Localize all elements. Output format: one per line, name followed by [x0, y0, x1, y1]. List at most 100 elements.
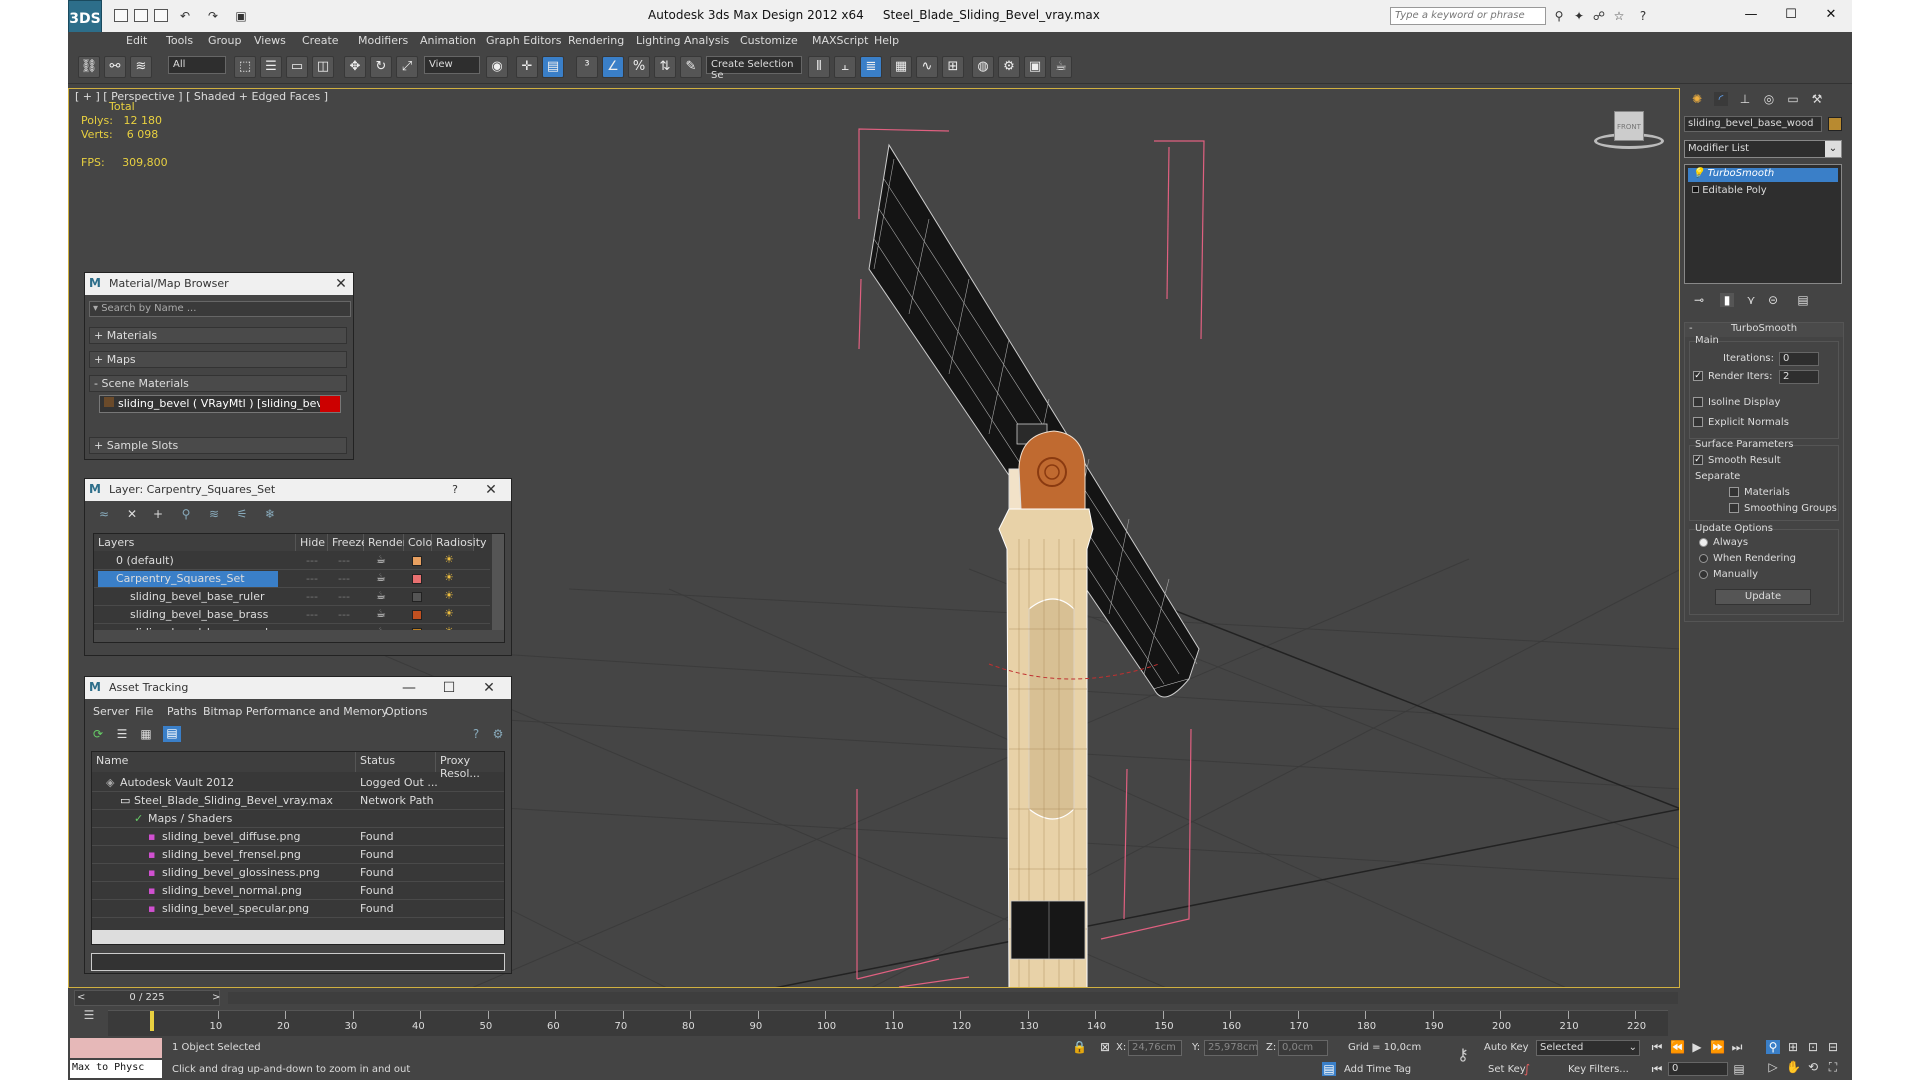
menu-tools[interactable]: Tools	[166, 34, 193, 47]
scene-material-item[interactable]: sliding_bevel ( VRayMtl ) [sliding_bevel…	[99, 395, 341, 413]
maxscript-listener[interactable]	[70, 1038, 162, 1058]
hide-toggle[interactable]: ---	[306, 572, 318, 585]
schematic-view-icon[interactable]: ⊞	[942, 56, 964, 78]
freeze-toggle[interactable]: ---	[338, 608, 350, 621]
stack-item-turbosmooth[interactable]: 💡 TurboSmooth	[1688, 168, 1838, 182]
zoom-extents-all-icon[interactable]: ⊟	[1826, 1040, 1840, 1054]
layer-row[interactable]: Carpentry_Squares_Set --- --- ☕ ☀	[94, 570, 490, 588]
asset-column-header[interactable]: Name	[92, 752, 356, 772]
window-crossing-icon[interactable]: ◫	[312, 56, 334, 78]
display-tab-icon[interactable]: ▭	[1786, 92, 1800, 106]
materials-rollout[interactable]: + Materials	[89, 327, 347, 344]
render-teapot-icon[interactable]: ☕	[376, 589, 386, 602]
manually-radio[interactable]: Manually	[1699, 569, 1758, 580]
motion-tab-icon[interactable]: ◎	[1762, 92, 1776, 106]
render-iters-spinner[interactable]: 2	[1779, 370, 1819, 384]
hide-toggle[interactable]: ---	[306, 608, 318, 621]
pan-view-icon[interactable]: ✋	[1786, 1060, 1801, 1074]
asset-menu-server[interactable]: Server	[93, 705, 129, 718]
track-bar[interactable]: 10 20 30 40 50 60 70 80 90 100 110 120 130 140 150 160 1…	[108, 1010, 1668, 1036]
current-frame-marker[interactable]	[150, 1011, 154, 1031]
explicit-normals-checkbox[interactable]: Explicit Normals	[1693, 417, 1789, 428]
minimize-button[interactable]: —	[401, 680, 417, 696]
asset-row[interactable]: ▪ sliding_bevel_normal.png Found	[92, 882, 504, 900]
asset-column-header[interactable]: Proxy Resol...	[436, 752, 504, 780]
save-file-icon[interactable]	[154, 9, 168, 22]
hide-all-icon[interactable]: ⚟	[235, 507, 249, 521]
maxscript-mini-listener[interactable]: Max to Physc	[70, 1060, 162, 1078]
highlight-layer-icon[interactable]: ≋	[207, 507, 221, 521]
layer-color-swatch[interactable]	[412, 610, 422, 620]
layer-row[interactable]: sliding_bevel_base_ruler --- --- ☕ ☀	[94, 588, 490, 606]
close-button[interactable]: ✕	[1814, 4, 1848, 26]
modifier-list-dropdown[interactable]: Modifier List ⌄	[1684, 140, 1842, 158]
asset-path-field[interactable]	[91, 953, 505, 971]
layer-column-header[interactable]: Radiosity	[432, 534, 487, 551]
layer-row[interactable]: sliding_bevel_base_brass --- --- ☕ ☀	[94, 606, 490, 624]
object-name-field[interactable]: sliding_bevel_base_wood	[1684, 116, 1822, 132]
menu-create[interactable]: Create	[302, 34, 339, 47]
orbit-icon[interactable]: ⟲	[1806, 1060, 1820, 1074]
snaps-toggle-icon[interactable]: ³	[576, 56, 598, 78]
percent-snap-icon[interactable]: %	[628, 56, 650, 78]
key-filters-button[interactable]: Key Filters...	[1568, 1064, 1629, 1075]
track-bar-toggle-icon[interactable]: ☰	[80, 1008, 98, 1026]
layer-color-swatch[interactable]	[412, 556, 422, 566]
play-icon[interactable]: ▶	[1690, 1040, 1704, 1054]
z-coord-field[interactable]: 0,0cm	[1278, 1040, 1328, 1056]
go-to-start-icon[interactable]: ⏮	[1650, 1040, 1664, 1054]
undo-icon[interactable]: ↶	[178, 9, 192, 23]
remove-modifier-icon[interactable]: ⊝	[1766, 293, 1780, 307]
select-object-icon[interactable]: ⬚	[234, 56, 256, 78]
layer-horizontal-scrollbar[interactable]	[94, 630, 504, 642]
asset-column-header[interactable]: Status	[356, 752, 436, 772]
render-production-icon[interactable]: ☕	[1050, 56, 1072, 78]
freeze-all-icon[interactable]: ❄	[263, 507, 277, 521]
y-coord-field[interactable]: 25,978cm	[1204, 1040, 1258, 1056]
field-of-view-icon[interactable]: ▷	[1766, 1060, 1780, 1074]
freeze-toggle[interactable]: ---	[338, 572, 350, 585]
lock-icon[interactable]: 🔒	[1072, 1040, 1087, 1054]
project-folder-icon[interactable]: ▣	[234, 9, 248, 23]
asset-menu-bitmap-performance-and-memory[interactable]: Bitmap Performance and Memory	[203, 705, 388, 718]
pin-stack-icon[interactable]: ⊸	[1692, 293, 1706, 307]
current-frame-field[interactable]: 0	[1668, 1062, 1728, 1076]
move-icon[interactable]: ✥	[344, 56, 366, 78]
menu-graph-editors[interactable]: Graph Editors	[486, 34, 562, 47]
open-file-icon[interactable]	[134, 9, 148, 22]
maximize-button[interactable]: ☐	[441, 680, 457, 696]
render-teapot-icon[interactable]: ☕	[376, 607, 386, 620]
render-iters-checkbox[interactable]: ✓ Render Iters:	[1693, 371, 1773, 382]
create-tab-icon[interactable]: ✺	[1690, 92, 1704, 106]
auto-key-button[interactable]: Auto Key	[1484, 1042, 1529, 1053]
edit-named-selection-icon[interactable]: ✎	[680, 56, 702, 78]
layer-column-header[interactable]: Render	[364, 534, 407, 551]
smooth-result-checkbox[interactable]: ✓ Smooth Result	[1693, 455, 1781, 466]
hide-toggle[interactable]: ---	[306, 590, 318, 603]
layer-column-header[interactable]: Freeze	[328, 534, 368, 551]
x-coord-field[interactable]: 24,76cm	[1128, 1040, 1182, 1056]
minimize-button[interactable]: —	[1734, 4, 1768, 26]
render-teapot-icon[interactable]: ☕	[376, 553, 386, 566]
menu-customize[interactable]: Customize	[740, 34, 798, 47]
redo-icon[interactable]: ↷	[206, 9, 220, 23]
select-in-layer-icon[interactable]: ⚲	[179, 507, 193, 521]
separate-materials-checkbox[interactable]: Materials	[1729, 487, 1790, 498]
menu-animation[interactable]: Animation	[420, 34, 476, 47]
rectangular-selection-icon[interactable]: ▭	[286, 56, 308, 78]
object-color-swatch[interactable]	[1828, 117, 1842, 131]
asset-row[interactable]: ▭ Steel_Blade_Sliding_Bevel_vray.max Netwo…	[92, 792, 504, 810]
menu-edit[interactable]: Edit	[126, 34, 147, 47]
stack-item-editable-poly[interactable]: Editable Poly	[1688, 185, 1838, 199]
bind-space-warp-icon[interactable]: ≋	[130, 56, 152, 78]
lightbulb-icon[interactable]: 💡	[1692, 168, 1704, 179]
key-mode-dropdown[interactable]: Selected ⌄	[1536, 1040, 1640, 1056]
material-editor-icon[interactable]: ◍	[972, 56, 994, 78]
freeze-toggle[interactable]: ---	[338, 554, 350, 567]
close-icon[interactable]: ✕	[333, 276, 349, 292]
reference-coordinate-dropdown[interactable]: View	[424, 56, 480, 74]
help-icon[interactable]: ?	[447, 482, 463, 498]
zoom-extents-icon[interactable]: ⊡	[1806, 1040, 1820, 1054]
menu-lighting-analysis[interactable]: Lighting Analysis	[636, 34, 729, 47]
unlink-icon[interactable]: ⚯	[104, 56, 126, 78]
